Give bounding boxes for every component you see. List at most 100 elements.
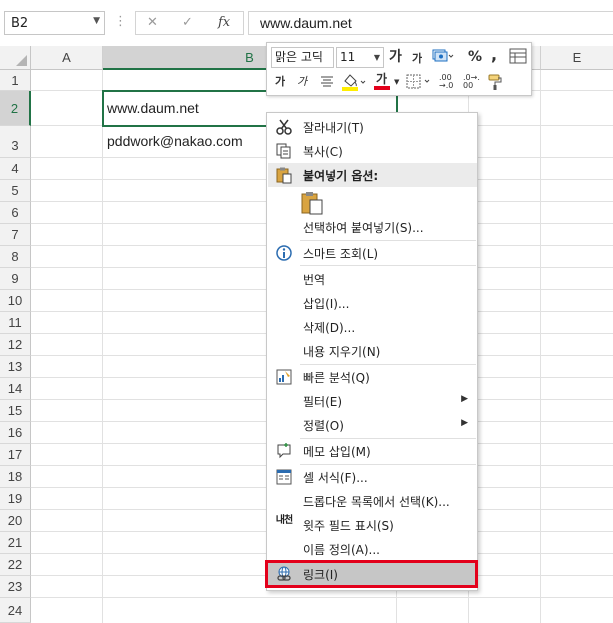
paste-icon [275, 166, 293, 184]
grow-font-icon[interactable]: 가 [389, 49, 402, 65]
menu-item-filter[interactable]: 필터(E) ▶ [268, 389, 477, 413]
menu-item-show-phonetic-field[interactable]: 내천 윗주 필드 표시(S) [268, 513, 477, 537]
row-header-11[interactable]: 11 [0, 312, 31, 334]
menu-item-delete[interactable]: 삭제(D)... [268, 315, 477, 339]
formula-input[interactable]: www.daum.net [248, 11, 613, 35]
menu-item-insert-comment[interactable]: 메모 삽입(M) [268, 439, 477, 463]
increase-decimal-glyph: .0→.00 [463, 73, 480, 90]
row-header-19[interactable]: 19 [0, 488, 31, 510]
format-painter-icon[interactable] [487, 73, 505, 91]
row-header-24[interactable]: 24 [0, 598, 31, 623]
menu-item-label: 정렬(O) [303, 419, 344, 433]
row-header-23[interactable]: 23 [0, 576, 31, 598]
row-header-10[interactable]: 10 [0, 290, 31, 312]
fill-color-icon[interactable] [341, 72, 367, 92]
menu-item-define-name[interactable]: 이름 정의(A)... [268, 537, 477, 561]
row-header-6[interactable]: 6 [0, 202, 31, 224]
row-header-1[interactable]: 1 [0, 70, 31, 91]
menu-item-translate[interactable]: 번역 [268, 267, 477, 291]
row-header-14[interactable]: 14 [0, 378, 31, 400]
row-header-8[interactable]: 8 [0, 246, 31, 268]
menu-item-label: 윗주 필드 표시(S) [303, 519, 394, 533]
menu-item-format-cells[interactable]: 셀 서식(F)... [268, 465, 477, 489]
align-center-icon[interactable] [319, 73, 335, 89]
decrease-decimal-icon[interactable]: .00→.0 [439, 74, 459, 90]
row-header-5[interactable]: 5 [0, 180, 31, 202]
menu-item-smart-lookup[interactable]: 스마트 조회(L) [268, 241, 477, 265]
copy-icon [275, 142, 293, 160]
paste-clipboard-icon[interactable] [300, 190, 326, 216]
shrink-font-icon[interactable]: 가 [412, 51, 422, 67]
comma-style-icon[interactable]: , [491, 47, 497, 63]
menu-item-paste-default[interactable] [268, 188, 477, 218]
menu-separator [300, 265, 476, 266]
row-header-21[interactable]: 21 [0, 532, 31, 554]
row-header-13[interactable]: 13 [0, 356, 31, 378]
resize-handle-icon[interactable]: ⋮ [114, 14, 127, 29]
menu-item-cut[interactable]: 잘라내기(T) [268, 115, 477, 139]
format-cells-icon [275, 468, 293, 486]
menu-item-label: 빠른 분석(Q) [303, 371, 370, 385]
menu-item-clear-contents[interactable]: 내용 지우기(N) [268, 339, 477, 363]
menu-item-label: 스마트 조회(L) [303, 247, 379, 261]
row-header-20[interactable]: 20 [0, 510, 31, 532]
row-header-22[interactable]: 22 [0, 554, 31, 576]
row-header-12[interactable]: 12 [0, 334, 31, 356]
submenu-arrow-icon: ▶ [461, 418, 468, 428]
borders-icon[interactable] [406, 74, 432, 90]
menu-item-label: 내용 지우기(N) [303, 345, 381, 359]
row-header-2[interactable]: 2 [0, 91, 31, 126]
mini-toolbar: 맑은 고딕 11 ▼ 가 가 % , 가 가 가 ▼ .00→.0 .0→.00 [266, 42, 532, 96]
row-header-4[interactable]: 4 [0, 158, 31, 180]
menu-item-insert[interactable]: 삽입(I)... [268, 291, 477, 315]
row-header-17[interactable]: 17 [0, 444, 31, 466]
gridline [540, 70, 541, 623]
formula-buttons: ✕ ✓ fx [135, 11, 244, 35]
italic-icon[interactable]: 가 [297, 74, 307, 90]
insert-function-icon[interactable]: fx [218, 15, 230, 30]
menu-header-paste-options: 붙여넣기 옵션: [268, 163, 477, 187]
menu-item-paste-special[interactable]: 선택하여 붙여넣기(S)... [268, 215, 477, 239]
phonetic-icon: 내천 [275, 515, 293, 526]
menu-item-label: 잘라내기(T) [303, 121, 364, 135]
accounting-format-icon[interactable] [432, 48, 454, 64]
highlight-box [265, 560, 478, 588]
enter-icon[interactable]: ✓ [182, 15, 193, 30]
menu-item-label: 드롭다운 목록에서 선택(K)... [303, 495, 450, 509]
column-header-a[interactable]: A [31, 46, 103, 70]
row-header-7[interactable]: 7 [0, 224, 31, 246]
menu-item-copy[interactable]: 복사(C) [268, 139, 477, 163]
menu-item-quick-analysis[interactable]: 빠른 분석(Q) [268, 365, 477, 389]
format-table-icon[interactable] [509, 48, 527, 64]
formula-content: www.daum.net [260, 15, 352, 31]
cell-b2[interactable]: www.daum.net [107, 100, 199, 116]
font-name-combo[interactable]: 맑은 고딕 [271, 47, 334, 68]
bold-icon[interactable]: 가 [275, 74, 285, 90]
menu-item-label: 메모 삽입(M) [303, 445, 371, 459]
gridline [31, 597, 613, 598]
percent-style-icon[interactable]: % [468, 49, 482, 65]
cancel-icon[interactable]: ✕ [147, 15, 158, 30]
menu-item-label: 필터(E) [303, 395, 343, 409]
menu-item-label: 이름 정의(A)... [303, 543, 380, 557]
cell-b3[interactable]: pddwork@nakao.com [107, 133, 243, 149]
font-color-icon[interactable]: 가 ▼ [373, 71, 399, 91]
menu-item-pick-from-dropdown[interactable]: 드롭다운 목록에서 선택(K)... [268, 489, 477, 513]
menu-item-label: 번역 [303, 273, 326, 287]
row-header-3[interactable]: 3 [0, 126, 31, 158]
increase-decimal-icon[interactable]: .0→.00 [463, 74, 483, 90]
formula-bar: B2 ▼ ⋮ ✕ ✓ fx www.daum.net [0, 0, 613, 46]
font-size-combo[interactable]: 11 ▼ [336, 47, 384, 68]
row-header-9[interactable]: 9 [0, 268, 31, 290]
column-header-e[interactable]: E [541, 46, 613, 70]
info-icon [275, 244, 293, 262]
chevron-down-icon[interactable]: ▼ [374, 48, 380, 67]
row-header-15[interactable]: 15 [0, 400, 31, 422]
row-header-16[interactable]: 16 [0, 422, 31, 444]
select-all-button[interactable] [0, 46, 31, 70]
row-header-18[interactable]: 18 [0, 466, 31, 488]
submenu-arrow-icon: ▶ [461, 394, 468, 404]
chevron-down-icon[interactable]: ▼ [93, 16, 100, 26]
name-box[interactable]: B2 ▼ [4, 11, 105, 35]
menu-item-sort[interactable]: 정렬(O) ▶ [268, 413, 477, 437]
